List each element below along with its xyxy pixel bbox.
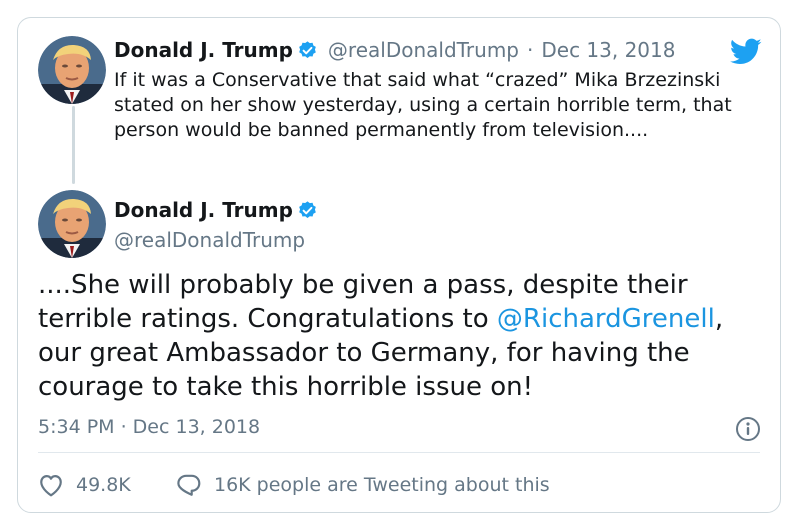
author-name[interactable]: Donald J. Trump (114, 198, 293, 222)
tweet-timestamp[interactable]: 5:34 PM · Dec 13, 2018 (38, 416, 260, 438)
info-icon[interactable] (735, 416, 761, 442)
conversation-count-text: 16K people are Tweeting about this (214, 474, 550, 496)
twitter-bird-icon[interactable] (730, 38, 762, 66)
thread-connector-line (72, 106, 75, 184)
verified-badge-icon (299, 40, 316, 58)
avatar[interactable] (38, 36, 106, 104)
author-handle[interactable]: @realDonaldTrump (328, 38, 519, 62)
avatar[interactable] (38, 190, 106, 258)
separator-dot: · (527, 38, 534, 62)
speech-bubble-icon (177, 474, 201, 496)
mention-link[interactable]: @RichardGrenell (497, 304, 715, 334)
author-name[interactable]: Donald J. Trump (114, 38, 293, 62)
author-handle[interactable]: @realDonaldTrump (114, 228, 318, 252)
tweet-embed-card: Donald J. Trump @realDonaldTrump · Dec 1… (17, 17, 781, 513)
main-tweet-text: ....She will probably be given a pass, d… (38, 268, 768, 404)
verified-badge-icon (299, 200, 316, 218)
like-count: 49.8K (76, 474, 131, 496)
reply-tweet-header: Donald J. Trump @realDonaldTrump · Dec 1… (114, 38, 675, 62)
heart-icon (40, 475, 62, 497)
tweet-date[interactable]: Dec 13, 2018 (541, 38, 675, 62)
conversation-link[interactable]: 16K people are Tweeting about this (176, 473, 550, 497)
like-button[interactable]: 49.8K (38, 473, 131, 497)
reply-tweet-text: If it was a Conservative that said what … (114, 69, 732, 141)
main-tweet-header: Donald J. Trump @realDonaldTrump (114, 198, 318, 252)
divider (38, 452, 760, 453)
